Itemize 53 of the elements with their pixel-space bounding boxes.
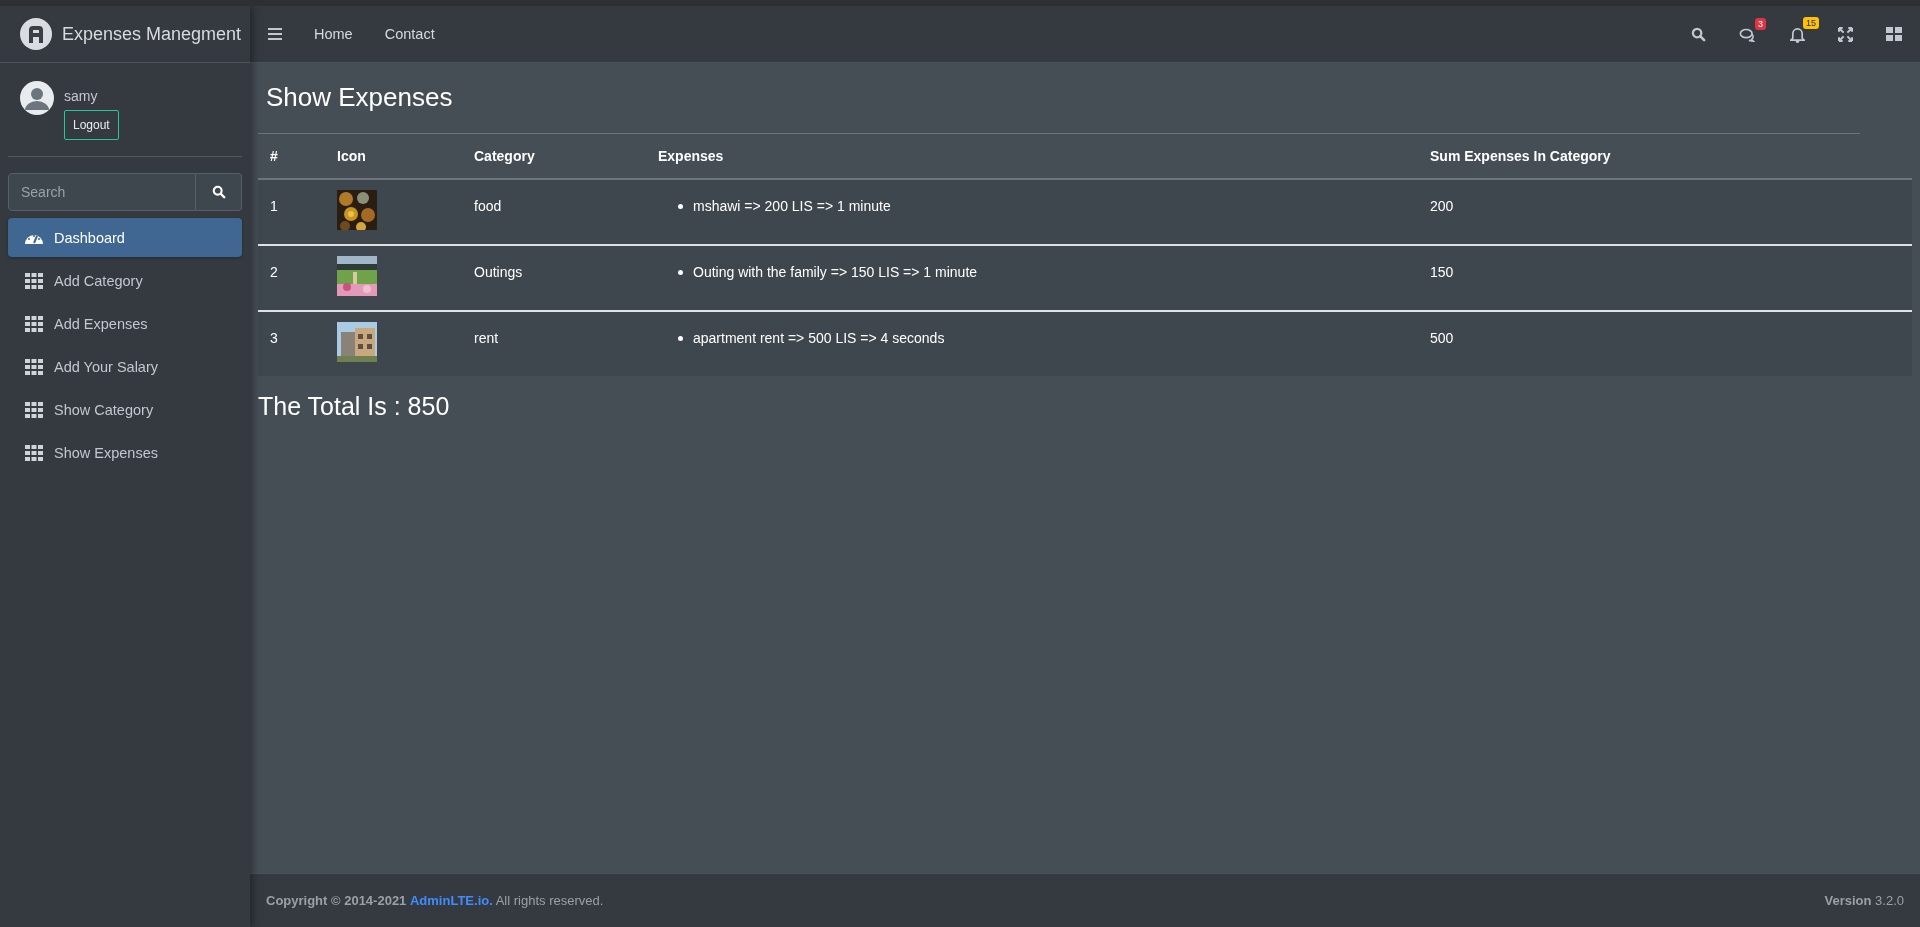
badge: 3: [1755, 17, 1766, 30]
grid-icon: [24, 272, 44, 289]
table-cell: Outings: [462, 245, 646, 311]
column-header: Expenses: [646, 134, 1418, 179]
table-cell: rent: [462, 311, 646, 376]
sidebar-item[interactable]: Add Expenses: [8, 304, 242, 343]
search-button[interactable]: [196, 173, 242, 211]
grid-icon: [24, 315, 44, 332]
copyright-text: Copyright © 2014-2021 AdminLTE.io. All rights reserved.: [266, 893, 604, 908]
adminlte-link[interactable]: AdminLTE.io.: [410, 893, 493, 908]
grid-icon: [24, 444, 44, 461]
nav-link[interactable]: Contact: [384, 26, 435, 42]
grid-icon: [24, 401, 44, 418]
menu-icon[interactable]: [268, 28, 282, 40]
total-text: The Total Is : 850: [258, 391, 451, 422]
sidebar-item[interactable]: Add Category: [8, 261, 242, 300]
expense-item: Outing with the family => 150 LIS => 1 minute: [693, 264, 978, 280]
column-header: Icon: [325, 134, 462, 179]
search-icon[interactable]: [1691, 26, 1706, 42]
sidebar-item[interactable]: Show Category: [8, 390, 242, 429]
sidebar-item[interactable]: Dashboard: [8, 218, 242, 257]
grid-icon: [24, 358, 44, 375]
table-cell: 150: [1418, 245, 1912, 311]
search-icon: [211, 185, 226, 199]
table-cell: food: [462, 179, 646, 245]
expand-icon[interactable]: [1838, 26, 1853, 42]
table-cell: 200: [1418, 179, 1912, 245]
expense-item: mshawi => 200 LIS => 1 minute: [693, 198, 891, 214]
badge: 15: [1803, 16, 1819, 29]
bullet-icon: [678, 335, 683, 341]
column-header: Category: [462, 134, 646, 179]
table-cell: 1: [258, 179, 325, 245]
brand-title[interactable]: Expenses Manegment: [62, 23, 242, 45]
expense-item: apartment rent => 500 LIS => 4 seconds: [693, 330, 945, 346]
table-cell: 2: [258, 245, 325, 311]
version-text: Version 3.2.0: [1824, 893, 1904, 908]
table-cell: 3: [258, 311, 325, 376]
nav-link[interactable]: Home: [314, 26, 353, 42]
logout-button[interactable]: Logout: [64, 110, 119, 140]
search-field[interactable]: Search: [8, 173, 196, 211]
sidebar-item[interactable]: Show Expenses: [8, 433, 242, 472]
bell-icon[interactable]: [1790, 25, 1805, 43]
column-header: Sum Expenses In Category: [1418, 134, 1912, 179]
layout-icon[interactable]: [1886, 26, 1902, 42]
sidebar-item[interactable]: Add Your Salary: [8, 347, 242, 386]
table-cell: 500: [1418, 311, 1912, 376]
avatar: [20, 81, 54, 115]
logo-icon: [20, 18, 52, 50]
bullet-icon: [678, 269, 683, 275]
user-name[interactable]: samy: [64, 79, 119, 104]
bullet-icon: [678, 203, 683, 209]
comments-icon[interactable]: [1739, 26, 1757, 42]
column-header: #: [258, 134, 325, 179]
